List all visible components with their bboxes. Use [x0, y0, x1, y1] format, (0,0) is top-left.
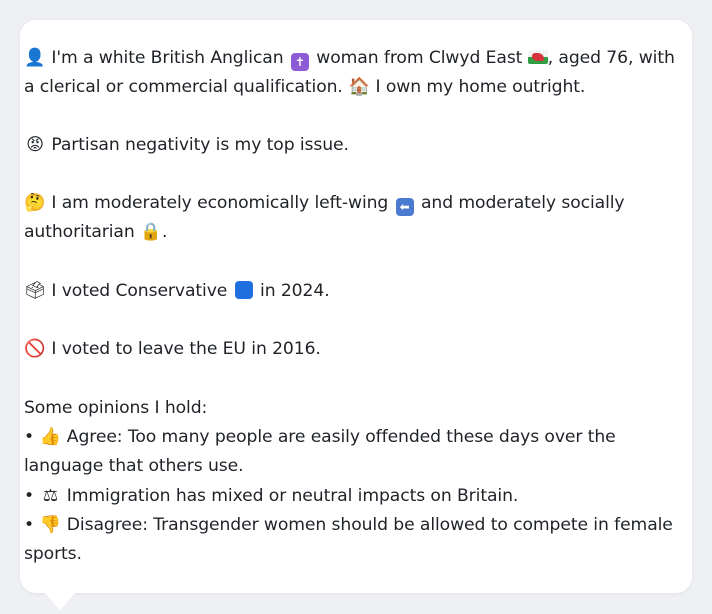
home-text: I own my home outright. — [375, 77, 586, 97]
identity-text-3: , aged 76, with — [547, 48, 675, 68]
angry-face-icon: 😡 — [26, 135, 44, 155]
ideology-text-2: and moderately socially — [420, 193, 625, 213]
scales-icon: ⚖ — [42, 486, 59, 506]
ideology-period: . — [162, 222, 168, 242]
identity-text: I'm a white British Anglican — [51, 48, 284, 68]
thumbs-down-icon: 👎 — [39, 515, 62, 535]
ideology-line-1: 🤔 I am moderately economically left-wing… — [24, 189, 654, 218]
opinion-item-3-cont: sports. — [24, 544, 82, 564]
opinion-item-1: • 👍 Agree: Too many people are easily of… — [24, 423, 654, 452]
opinion-item-1-cont: language that others use. — [24, 456, 244, 476]
lock-icon: 🔒 — [140, 222, 162, 242]
top-issue: 😡 Partisan negativity is my top issue. — [24, 131, 654, 160]
eu-vote-text: I voted to leave the EU in 2016. — [51, 339, 321, 359]
bullet: • — [24, 486, 35, 506]
ideology-text-3: authoritarian — [24, 222, 135, 242]
bubble-tail — [44, 592, 76, 610]
opinion-item-2: • ⚖ Immigration has mixed or neutral imp… — [24, 482, 654, 511]
thinking-face-icon: 🤔 — [24, 193, 46, 213]
profile-line-2: a clerical or commercial qualification. … — [24, 73, 654, 102]
bullet: • — [24, 515, 35, 535]
opinion-2-text: Immigration has mixed or neutral impacts… — [66, 486, 519, 506]
cross-icon: ✝ — [290, 53, 309, 71]
top-issue-text: Partisan negativity is my top issue. — [51, 135, 349, 155]
blue-square-icon — [234, 281, 253, 299]
vote-2024: 🗳 I voted Conservative in 2024. — [24, 277, 654, 306]
left-arrow-icon: ⬅ — [395, 198, 414, 216]
ballot-box-icon: 🗳 — [24, 281, 46, 301]
vote-text: I voted Conservative — [51, 281, 228, 301]
bullet: • — [24, 427, 35, 447]
person-icon: 👤 — [24, 48, 46, 68]
opinion-item-3: • 👎 Disagree: Transgender women should b… — [24, 511, 673, 540]
opinion-1-text: Agree: Too many people are easily offend… — [66, 427, 616, 447]
house-icon: 🏠 — [348, 77, 370, 97]
identity-text-2: woman from Clwyd East — [316, 48, 523, 68]
thumbs-up-icon: 👍 — [39, 427, 62, 447]
wales-flag-icon — [527, 50, 548, 64]
qualification-text: a clerical or commercial qualification. — [24, 77, 343, 97]
opinion-3-text: Disagree: Transgender women should be al… — [66, 515, 673, 535]
no-entry-icon: 🚫 — [24, 339, 46, 359]
vote-text-2: in 2024. — [260, 281, 330, 301]
ideology-text: I am moderately economically left-wing — [51, 193, 389, 213]
profile-line-1: 👤 I'm a white British Anglican ✝ woman f… — [24, 44, 675, 73]
ideology-line-2: authoritarian 🔒. — [24, 218, 654, 247]
eu-vote: 🚫 I voted to leave the EU in 2016. — [24, 335, 654, 364]
opinions-heading: Some opinions I hold: — [24, 398, 208, 418]
